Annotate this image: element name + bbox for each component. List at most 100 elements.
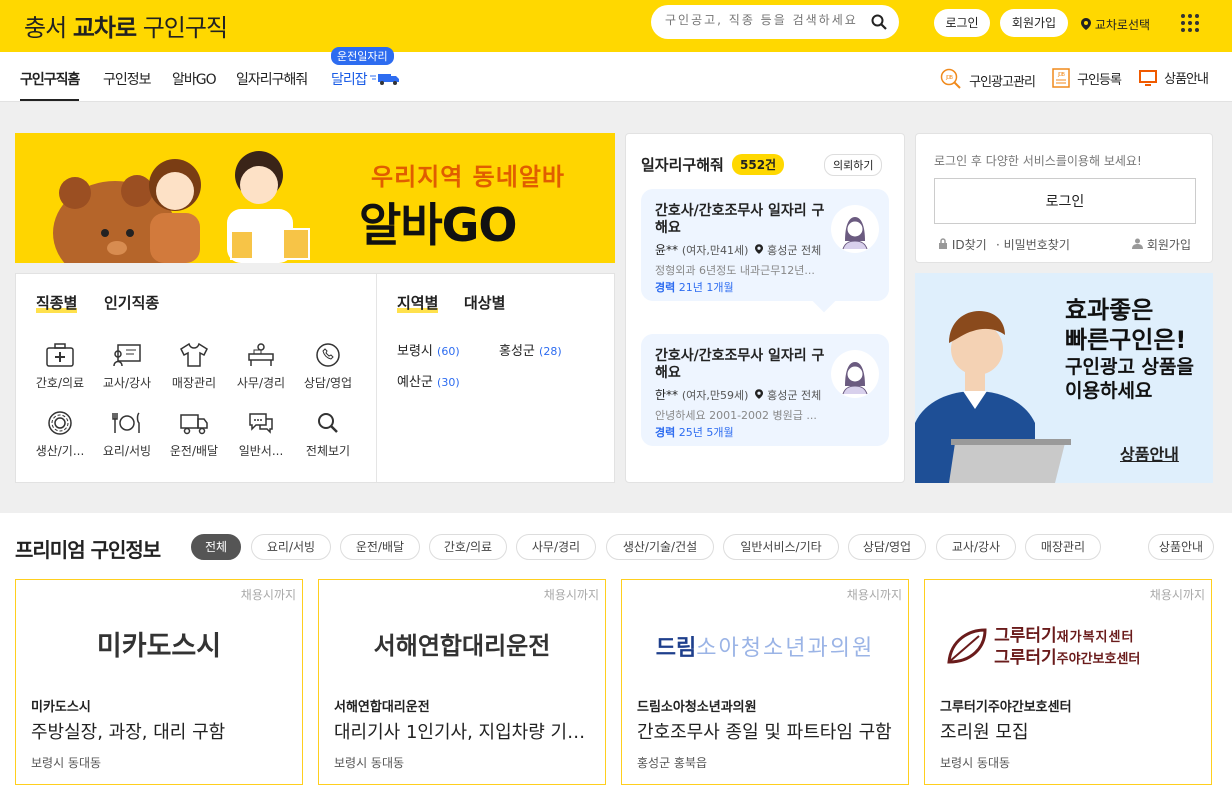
tab-by-region[interactable]: 지역별 bbox=[397, 292, 438, 313]
user-icon bbox=[1132, 238, 1143, 249]
experience-value: 21년 1개월 bbox=[678, 281, 734, 294]
job-deadline: 채용시까지 bbox=[240, 588, 296, 602]
nav-job-info[interactable]: 구인정보 bbox=[103, 69, 152, 89]
job-position: 간호조무사 종일 및 파트타임 구함 bbox=[637, 722, 892, 743]
logo-part-b: 소아청소년과의원 bbox=[696, 636, 875, 661]
filter-driving[interactable]: 운전/배달 bbox=[340, 534, 420, 560]
region-hongseong[interactable]: 홍성군 (28) bbox=[499, 340, 562, 359]
tab-by-target[interactable]: 대상별 bbox=[464, 292, 505, 313]
woman-avatar-icon bbox=[842, 217, 868, 250]
request-button[interactable]: 의뢰하기 bbox=[824, 154, 883, 176]
filter-production[interactable]: 생산/기술/건설 bbox=[606, 534, 714, 560]
category-nursing[interactable]: 간호/의료 bbox=[29, 340, 91, 391]
login-button[interactable]: 로그인 bbox=[934, 9, 990, 37]
job-position: 대리기사 1인기사, 지입차량 기사 모집 bbox=[334, 722, 596, 743]
logo-suffix: 구인구직 bbox=[142, 14, 228, 42]
company-logo: 미카도스시 bbox=[96, 631, 222, 662]
filter-cooking[interactable]: 요리/서빙 bbox=[251, 534, 331, 560]
job-card[interactable]: 채용시까지 서해연합대리운전 서해연합대리운전 대리기사 1인기사, 지입차량 … bbox=[318, 579, 606, 785]
filter-all[interactable]: 전체 bbox=[191, 534, 241, 560]
panel-signup-link[interactable]: 회원가입 bbox=[1132, 236, 1191, 253]
filter-service[interactable]: 일반서비스/기타 bbox=[723, 534, 839, 560]
category-sales[interactable]: 상담/영업 bbox=[297, 340, 359, 391]
nav-ad-manage[interactable]: JOB 구인광고관리 bbox=[940, 68, 1036, 90]
location-select[interactable]: 교차로선택 bbox=[1081, 16, 1150, 33]
job-card[interactable]: 채용시까지 드림소아청소년과의원 드림소아청소년과의원 간호조무사 종일 및 파… bbox=[621, 579, 909, 785]
job-deadline: 채용시까지 bbox=[543, 588, 599, 602]
job-area: 보령시 동대동 bbox=[940, 756, 1011, 770]
seeker-card[interactable]: 간호사/간호조무사 일자리 구해요 윤** (여자,만41세) 홍성군 전체 정… bbox=[641, 189, 889, 313]
medical-kit-icon bbox=[46, 343, 74, 367]
job-card[interactable]: 채용시까지 미카도스시 미카도스시 주방실장, 과장, 대리 구함 보령시 동대… bbox=[15, 579, 303, 785]
category-production[interactable]: 생산/기... bbox=[29, 408, 91, 459]
find-id-label: ID찾기 bbox=[951, 238, 987, 252]
banner-characters-illustration bbox=[53, 151, 310, 263]
find-id-link[interactable]: ID찾기 bbox=[938, 236, 987, 253]
category-store[interactable]: 매장관리 bbox=[163, 340, 225, 391]
login-panel: 로그인 후 다양한 서비스를이용해 보세요! 로그인 ID찾기 · 비밀번호찾기… bbox=[915, 133, 1213, 263]
region-hongseong-count: (28) bbox=[539, 345, 562, 358]
job-card[interactable]: 채용시까지 그루터기재가복지센터 그루터기주야간보호센터 그루터기주야간보호센터… bbox=[924, 579, 1212, 785]
seeker-card[interactable]: 간호사/간호조무사 일자리 구해요 한** (여자,만59세) 홍성군 전체 안… bbox=[641, 334, 889, 446]
leaf-logo-icon bbox=[947, 628, 987, 664]
job-position: 주방실장, 과장, 대리 구함 bbox=[31, 722, 226, 743]
nav-product-info-label: 상품안내 bbox=[1164, 72, 1209, 87]
experience-value: 25년 5개월 bbox=[678, 426, 734, 439]
filter-nursing[interactable]: 간호/의료 bbox=[429, 534, 507, 560]
category-office-label: 사무/경리 bbox=[236, 376, 286, 390]
albago-banner[interactable]: 우리지역 동네알바 알바GO bbox=[15, 133, 615, 263]
job-position: 조리원 모집 bbox=[940, 722, 1029, 743]
delivery-truck-icon bbox=[180, 414, 208, 435]
promo-line3: 구인광고 상품을 bbox=[1065, 356, 1194, 378]
tab-popular-jobs[interactable]: 인기직종 bbox=[104, 292, 159, 313]
premium-product-info-button[interactable]: 상품안내 bbox=[1148, 534, 1214, 560]
site-logo[interactable]: 충서 교차로 구인구직 bbox=[24, 8, 228, 43]
seeker-name: 한** bbox=[655, 388, 679, 402]
category-cooking[interactable]: 요리/서빙 bbox=[96, 408, 158, 459]
nav-dalijob-label: 달리잡 bbox=[331, 72, 368, 88]
chat-bubble-icon bbox=[249, 413, 273, 434]
search-icon[interactable] bbox=[871, 14, 887, 30]
nav-register[interactable]: JOB 구인등록 bbox=[1052, 68, 1122, 88]
nav-albago[interactable]: 알바GO bbox=[172, 69, 217, 89]
category-service-label: 일반서... bbox=[238, 444, 284, 458]
category-service[interactable]: 일반서... bbox=[230, 408, 292, 459]
experience-label: 경력 bbox=[655, 281, 676, 294]
seeker-card-title: 간호사/간호조무사 일자리 구해요 bbox=[655, 348, 825, 381]
nav-find-me-job[interactable]: 일자리구해줘 bbox=[236, 69, 308, 89]
apps-grid-icon[interactable] bbox=[1180, 13, 1200, 33]
category-teacher[interactable]: 교사/강사 bbox=[96, 340, 158, 391]
filter-office[interactable]: 사무/경리 bbox=[516, 534, 596, 560]
product-promo-banner[interactable]: 효과좋은 빠른구인은! 구인광고 상품을 이용하세요 상품안내 bbox=[915, 273, 1213, 483]
panel-login-button[interactable]: 로그인 bbox=[934, 178, 1196, 224]
shirt-icon bbox=[180, 342, 208, 367]
filter-teacher[interactable]: 교사/강사 bbox=[936, 534, 1016, 560]
filter-sales[interactable]: 상담/영업 bbox=[848, 534, 926, 560]
seeker-desc: 정형외과 6년정도 내과근무12년... bbox=[655, 264, 815, 277]
region-boryeong-count: (60) bbox=[437, 345, 460, 358]
find-me-job-panel: 일자리구해줘 552건 의뢰하기 간호사/간호조무사 일자리 구해요 윤** (… bbox=[625, 133, 905, 483]
region-boryeong[interactable]: 보령시 (60) bbox=[397, 340, 460, 359]
filter-store[interactable]: 매장관리 bbox=[1025, 534, 1101, 560]
nav-home[interactable]: 구인구직홈 bbox=[20, 69, 80, 101]
find-password-label: 비밀번호찾기 bbox=[1003, 238, 1070, 252]
promo-line2: 빠른구인은! bbox=[1065, 326, 1187, 354]
promo-product-link[interactable]: 상품안내 bbox=[1120, 441, 1179, 465]
seeker-region: 홍성군 전체 bbox=[767, 389, 822, 402]
svg-text:JOB: JOB bbox=[1057, 72, 1065, 78]
nav-ad-manage-label: 구인광고관리 bbox=[969, 75, 1036, 90]
location-label: 교차로선택 bbox=[1094, 18, 1151, 32]
category-driving[interactable]: 운전/배달 bbox=[163, 408, 225, 459]
category-office[interactable]: 사무/경리 bbox=[230, 340, 292, 391]
nav-dalijob[interactable]: 달리잡 bbox=[331, 69, 400, 89]
region-yesan[interactable]: 예산군 (30) bbox=[397, 371, 460, 390]
category-all[interactable]: 전체보기 bbox=[297, 408, 359, 459]
category-production-label: 생산/기... bbox=[35, 444, 85, 458]
find-password-link[interactable]: · 비밀번호찾기 bbox=[996, 236, 1070, 253]
search-input[interactable] bbox=[665, 13, 865, 27]
office-desk-icon bbox=[248, 343, 274, 366]
signup-button[interactable]: 회원가입 bbox=[1000, 9, 1068, 37]
nav-product-info[interactable]: 상품안내 bbox=[1139, 68, 1209, 87]
tab-by-job[interactable]: 직종별 bbox=[36, 292, 77, 313]
region-yesan-name: 예산군 bbox=[397, 375, 433, 390]
